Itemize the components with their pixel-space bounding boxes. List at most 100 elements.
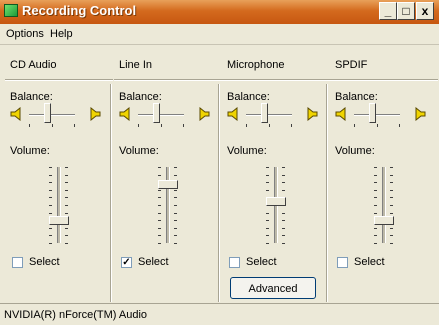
column-line-in: Line In Balance: Volume: ✓ Select xyxy=(114,45,222,303)
balance-slider-cd-audio[interactable] xyxy=(44,103,51,123)
volume-tick xyxy=(390,174,393,176)
volume-tick xyxy=(374,197,377,199)
volume-tick xyxy=(49,182,52,184)
menu-help[interactable]: Help xyxy=(50,28,73,40)
volume-tick xyxy=(390,235,393,237)
volume-tick xyxy=(266,182,269,184)
title-bar[interactable]: Recording Control _ □ x xyxy=(0,0,439,24)
balance-tick xyxy=(161,124,162,127)
column-name-cd-audio: CD Audio xyxy=(10,59,57,71)
volume-tick xyxy=(390,243,393,244)
volume-slider-cd-audio[interactable] xyxy=(49,216,69,225)
maximize-button[interactable]: □ xyxy=(397,2,415,20)
header-divider xyxy=(5,79,113,81)
volume-tick xyxy=(158,220,161,222)
select-label[interactable]: Select xyxy=(354,256,385,268)
volume-tick xyxy=(390,212,393,214)
volume-tick xyxy=(174,197,177,199)
balance-track xyxy=(354,114,400,116)
speaker-right-icon xyxy=(304,106,318,122)
balance-slider-microphone[interactable] xyxy=(261,103,268,123)
volume-slider-line-in[interactable] xyxy=(158,180,178,189)
volume-tick xyxy=(266,212,269,214)
header-divider xyxy=(222,79,330,81)
balance-tick xyxy=(269,124,270,127)
volume-tick xyxy=(174,220,177,222)
volume-tick xyxy=(390,189,393,191)
volume-tick xyxy=(374,212,377,214)
volume-tick xyxy=(374,182,377,184)
volume-tick xyxy=(158,167,161,168)
speaker-left-icon xyxy=(10,106,24,122)
balance-tick xyxy=(377,124,378,127)
volume-tick xyxy=(49,174,52,176)
balance-tick xyxy=(399,124,400,127)
volume-tick xyxy=(390,182,393,184)
volume-tick xyxy=(65,243,68,244)
volume-tick xyxy=(49,212,52,214)
column-separator xyxy=(326,84,328,302)
status-bar: NVIDIA(R) nForce(TM) Audio xyxy=(0,303,439,325)
volume-tick xyxy=(65,174,68,176)
column-name-microphone: Microphone xyxy=(227,59,285,71)
balance-label: Balance: xyxy=(335,91,378,103)
volume-tick xyxy=(158,235,161,237)
header-divider xyxy=(330,79,438,81)
volume-tick xyxy=(158,243,161,244)
column-name-spdif: SPDIF xyxy=(335,59,368,71)
volume-tick xyxy=(49,227,52,229)
select-checkbox-cd-audio[interactable] xyxy=(12,257,23,268)
advanced-button[interactable]: Advanced xyxy=(230,277,316,299)
volume-label: Volume: xyxy=(10,145,50,157)
balance-tick xyxy=(183,124,184,127)
speaker-right-icon xyxy=(196,106,210,122)
minimize-button[interactable]: _ xyxy=(379,2,397,20)
column-cd-audio: CD Audio Balance: Volume: Select xyxy=(5,45,113,303)
volume-tick xyxy=(282,212,285,214)
volume-tick xyxy=(158,197,161,199)
volume-tick xyxy=(65,205,68,206)
balance-track xyxy=(138,114,184,116)
volume-label: Volume: xyxy=(227,145,267,157)
balance-track xyxy=(246,114,292,116)
close-button[interactable]: x xyxy=(416,2,434,20)
volume-tick xyxy=(374,227,377,229)
balance-tick xyxy=(246,124,247,127)
volume-tick xyxy=(266,220,269,222)
volume-tick xyxy=(266,174,269,176)
select-checkbox-microphone[interactable] xyxy=(229,257,240,268)
volume-tick xyxy=(49,197,52,199)
volume-label: Volume: xyxy=(119,145,159,157)
volume-tick xyxy=(174,167,177,168)
select-checkbox-line-in[interactable]: ✓ xyxy=(121,257,132,268)
speaker-right-icon xyxy=(412,106,426,122)
volume-tick xyxy=(65,227,68,229)
select-checkbox-spdif[interactable] xyxy=(337,257,348,268)
volume-tick xyxy=(174,227,177,229)
volume-tick xyxy=(158,227,161,229)
select-label[interactable]: Select xyxy=(246,256,277,268)
volume-track xyxy=(382,167,386,243)
balance-slider-line-in[interactable] xyxy=(153,103,160,123)
volume-tick xyxy=(374,243,377,244)
volume-tick xyxy=(65,212,68,214)
balance-slider-spdif[interactable] xyxy=(369,103,376,123)
volume-tick xyxy=(390,205,393,206)
volume-tick xyxy=(282,167,285,168)
select-label[interactable]: Select xyxy=(138,256,169,268)
volume-tick xyxy=(374,235,377,237)
volume-tick xyxy=(174,235,177,237)
volume-tick xyxy=(282,182,285,184)
select-label[interactable]: Select xyxy=(29,256,60,268)
volume-tick xyxy=(174,205,177,206)
volume-slider-microphone[interactable] xyxy=(266,197,286,206)
volume-tick xyxy=(282,227,285,229)
volume-slider-spdif[interactable] xyxy=(374,216,394,225)
speaker-left-icon xyxy=(119,106,133,122)
volume-tick xyxy=(158,174,161,176)
volume-track xyxy=(57,167,61,243)
volume-tick xyxy=(374,174,377,176)
menu-options[interactable]: Options xyxy=(6,28,44,40)
volume-tick xyxy=(282,243,285,244)
volume-tick xyxy=(49,205,52,206)
